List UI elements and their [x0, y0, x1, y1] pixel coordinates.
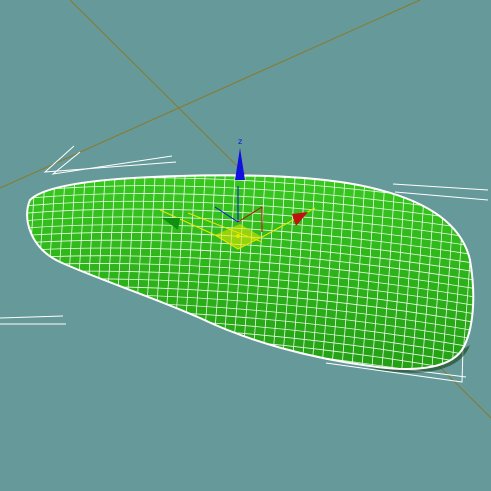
grid-line: [0, 0, 421, 189]
z-axis-label: z: [238, 137, 242, 146]
wire-line: [480, 160, 491, 390]
z-axis-arrow[interactable]: [235, 148, 245, 180]
wire-line: [10, 160, 26, 390]
wire-line: [27, 175, 37, 369]
perspective-viewport[interactable]: z: [0, 0, 491, 491]
viewport-canvas[interactable]: z: [0, 0, 491, 491]
gizmo-pivot: [236, 234, 240, 238]
wire-line: [0, 160, 16, 390]
wireframe-mesh[interactable]: [0, 160, 491, 418]
